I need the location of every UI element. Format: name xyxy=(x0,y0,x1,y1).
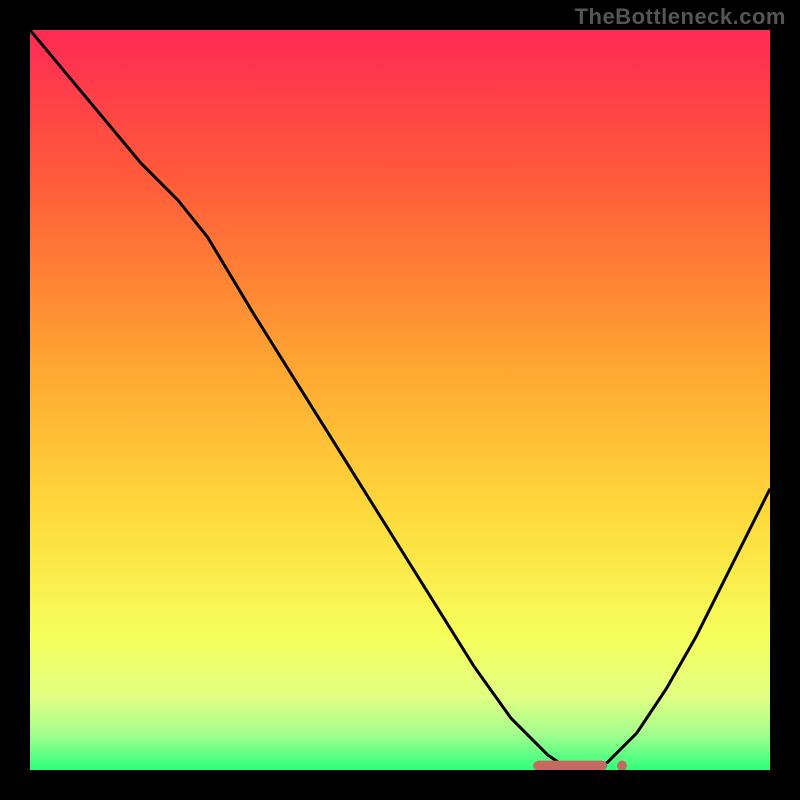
chart-container: TheBottleneck.com xyxy=(0,0,800,800)
chart-svg xyxy=(30,30,770,770)
plot-area xyxy=(30,30,770,770)
watermark-text: TheBottleneck.com xyxy=(575,4,786,30)
gradient-background xyxy=(30,30,770,770)
